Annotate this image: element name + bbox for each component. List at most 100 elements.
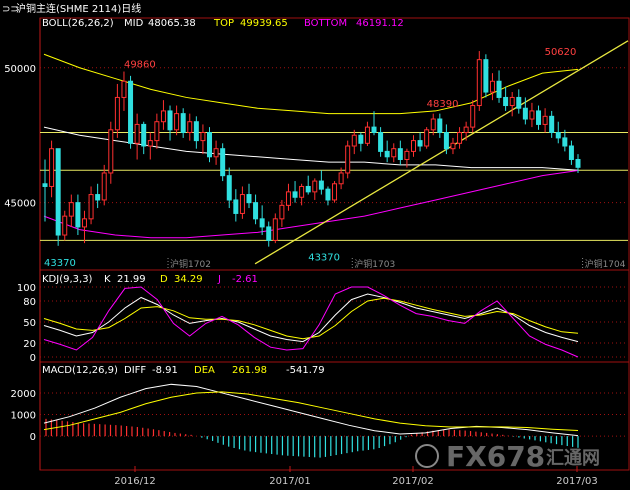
candle-body [200, 132, 206, 142]
candle-body [351, 134, 357, 147]
candle-body [345, 145, 351, 174]
candle-body [318, 180, 324, 190]
candle-body [160, 110, 166, 123]
candle-body [496, 80, 502, 98]
candle-body [358, 134, 364, 144]
candle-body [292, 191, 298, 198]
candle-body [246, 194, 252, 204]
macd-y-tick-label: 0 [30, 432, 36, 443]
chart-canvas: ⊃⊃ 沪铜主连(SHME 2114)日线 BOLL(26,26,2) MID 4… [2, 2, 630, 487]
candle-body [213, 148, 219, 158]
macd-label: MACD(12,26,9) [42, 365, 118, 376]
kdj-d-value: 34.29 [174, 274, 203, 285]
candle-body [207, 132, 213, 158]
price-annotation-label: 48390 [427, 99, 459, 110]
kdj-d-label: D [160, 274, 168, 285]
candle-body [75, 202, 81, 228]
window-title: 沪铜主连(SHME 2114)日线 [16, 2, 141, 15]
candle-body [371, 126, 377, 134]
candle-body [167, 110, 173, 131]
candle-body [49, 148, 55, 187]
macd-value: -541.79 [286, 365, 325, 376]
candle-body [121, 80, 127, 98]
candle-body [555, 132, 561, 139]
kdj-y-tick-label: 0 [30, 353, 36, 364]
candle-body [450, 142, 456, 150]
boll-mid-label: MID [124, 18, 144, 29]
candle-body [108, 129, 114, 174]
candle-body [62, 215, 68, 236]
candle-body [509, 96, 515, 107]
x-axis-label: 2017/01 [269, 476, 311, 487]
candle-body [384, 150, 390, 158]
candle-body [536, 110, 542, 125]
candle-body [68, 202, 74, 217]
candle-body [239, 194, 245, 214]
macd-dea-label: DEA [194, 365, 215, 376]
watermark-sub: 汇通网 [546, 448, 600, 469]
boll-top-value: 49939.65 [240, 18, 288, 29]
candle-body [285, 191, 291, 206]
price-y-tick-label: 45000 [4, 199, 36, 210]
candle-body [81, 218, 87, 228]
kdj-label: KDJ(9,3,3) [42, 274, 93, 285]
candle-body [516, 96, 522, 109]
candle-body [391, 148, 397, 158]
candle-body [42, 183, 48, 187]
candle-body [88, 194, 94, 220]
candle-body [430, 118, 436, 131]
macd-dea-value: 261.98 [232, 365, 267, 376]
candle-body [147, 140, 153, 147]
watermark-text: FX678 [446, 440, 545, 473]
candle-body [272, 218, 278, 241]
contract-label: 沪铜1703 [354, 258, 395, 270]
kdj-y-tick-label: 80 [23, 297, 36, 308]
contract-label: 沪铜1702 [170, 258, 211, 270]
x-axis-label: 2017/02 [392, 476, 434, 487]
candle-body [378, 132, 384, 152]
candle-body [338, 172, 344, 185]
candle-body [549, 115, 555, 134]
candle-body [410, 140, 416, 152]
price-annotation-label: 50620 [545, 47, 577, 58]
pane-border [39, 17, 630, 271]
watermark-logo-icon [415, 444, 439, 468]
macd-y-tick-label: 1000 [11, 411, 36, 422]
candle-body [312, 180, 318, 193]
candle-body [562, 137, 568, 147]
candle-body [128, 80, 134, 144]
candle-body [299, 185, 305, 198]
candle-body [503, 96, 509, 107]
macd-line-dea [43, 391, 579, 431]
macd-diff-label: DIFF [124, 365, 146, 376]
candle-body [443, 132, 449, 150]
candle-body [476, 59, 482, 107]
candle-body [424, 129, 430, 147]
candle-body [568, 145, 574, 160]
candle-body [180, 113, 186, 134]
candle-body [233, 199, 239, 214]
candle-body [253, 202, 259, 220]
candle-body [404, 150, 410, 160]
candle-body [279, 204, 285, 220]
candle-body [470, 105, 476, 128]
x-axis-label: 2017/03 [556, 476, 598, 487]
macd-y-tick-label: 2000 [11, 389, 36, 400]
candle-body [522, 107, 528, 120]
macd-diff-value: -8.91 [152, 365, 178, 376]
price-annotation-label: 43370 [44, 258, 76, 269]
boll-bottom-value: 46191.12 [356, 18, 404, 29]
candle-body [542, 115, 548, 125]
kdj-line-d [43, 297, 579, 340]
price-annotation-label: 43370 [308, 253, 340, 264]
candle-body [305, 185, 311, 193]
candle-body [483, 59, 489, 93]
candle-body [489, 80, 495, 93]
contract-label: 沪铜1704 [585, 258, 626, 270]
candle-body [437, 118, 443, 134]
candle-body [226, 175, 232, 201]
candle-body [325, 188, 331, 201]
boll-bottom-label: BOTTOM [304, 18, 347, 29]
candle-body [332, 183, 338, 201]
candle-body [397, 148, 403, 160]
